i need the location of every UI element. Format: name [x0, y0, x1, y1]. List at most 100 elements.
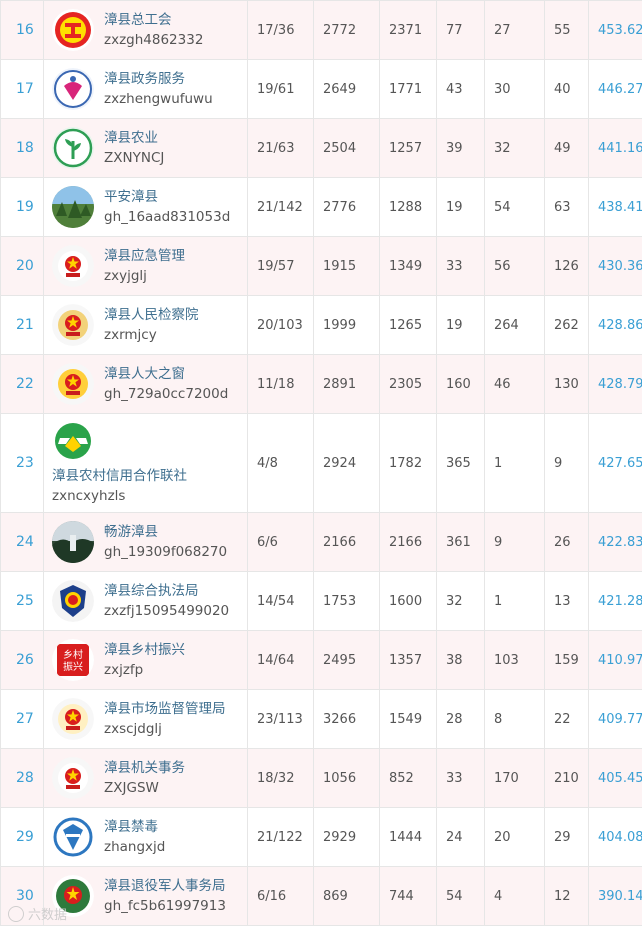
table-row: 29 漳县禁毒 zhangxjd 21/122 2929 1444 24 20 … [0, 807, 642, 867]
metric-3-cell: 40 [544, 59, 589, 119]
svg-text:振兴: 振兴 [63, 660, 83, 673]
total-reads-cell: 2495 [313, 630, 380, 690]
index-score-cell: 446.27 [588, 59, 642, 119]
metric-2-cell: 20 [484, 807, 545, 867]
account-link[interactable]: 漳县人民检察院 zxrmjcy [52, 304, 238, 346]
metric-1-cell: 19 [436, 295, 485, 355]
index-score-cell: 453.62 [588, 0, 642, 60]
account-name[interactable]: 漳县总工会 [104, 10, 203, 30]
account-cell: 漳县总工会 zxzgh4862332 [43, 0, 248, 60]
watermark-text: 六数据 [28, 908, 68, 923]
account-link[interactable]: 乡村 振兴 漳县乡村振兴 zxjzfp [52, 639, 238, 681]
metric-2-cell: 8 [484, 689, 545, 749]
metric-1-cell: 43 [436, 59, 485, 119]
account-name[interactable]: 漳县人大之窗 [104, 364, 228, 384]
index-score-cell: 404.08 [588, 807, 642, 867]
account-id: zxyjglj [104, 268, 147, 284]
metric-2-cell: 103 [484, 630, 545, 690]
scenery-photo-icon [52, 521, 94, 563]
account-link[interactable]: 畅游漳县 gh_19309f068270 [52, 521, 238, 563]
account-link[interactable]: 漳县农业 ZXNYNCJ [52, 127, 238, 169]
max-reads-cell: 1549 [379, 689, 437, 749]
account-link[interactable]: 漳县市场监督管理局 zxscjdglj [52, 698, 238, 740]
account-cell: 乡村 振兴 漳县乡村振兴 zxjzfp [43, 630, 248, 690]
account-cell: 漳县综合执法局 zxzfj15095499020 [43, 571, 248, 631]
total-reads-cell: 1056 [313, 748, 380, 808]
total-reads-cell: 869 [313, 866, 380, 926]
total-reads-cell: 2929 [313, 807, 380, 867]
metric-3-cell: 12 [544, 866, 589, 926]
account-name[interactable]: 漳县禁毒 [104, 817, 165, 837]
account-cell: 平安漳县 gh_16aad831053d [43, 177, 248, 237]
metric-2-cell: 54 [484, 177, 545, 237]
account-link[interactable]: 漳县农村信用合作联社 zxncxyhzls [52, 420, 238, 506]
rural-revitalization-logo-icon: 乡村 振兴 [52, 639, 94, 681]
account-name[interactable]: 漳县市场监督管理局 [104, 699, 226, 719]
index-score-cell: 422.83 [588, 512, 642, 572]
max-reads-cell: 1771 [379, 59, 437, 119]
index-score-cell: 405.45 [588, 748, 642, 808]
account-name[interactable]: 漳县人民检察院 [104, 305, 199, 325]
account-name[interactable]: 漳县农业 [104, 128, 164, 148]
account-cell: 漳县机关事务 ZXJGSW [43, 748, 248, 808]
account-cell: 漳县人大之窗 gh_729a0cc7200d [43, 354, 248, 414]
account-name[interactable]: 平安漳县 [104, 187, 230, 207]
max-reads-cell: 1265 [379, 295, 437, 355]
account-id: ZXNYNCJ [104, 150, 165, 166]
rank-cell: 29 [0, 807, 44, 867]
metric-2-cell: 4 [484, 866, 545, 926]
max-reads-cell: 852 [379, 748, 437, 808]
max-reads-cell: 1600 [379, 571, 437, 631]
metric-1-cell: 32 [436, 571, 485, 631]
metric-3-cell: 55 [544, 0, 589, 60]
rank-cell: 17 [0, 59, 44, 119]
metric-2-cell: 32 [484, 118, 545, 178]
metric-2-cell: 30 [484, 59, 545, 119]
account-link[interactable]: 漳县人大之窗 gh_729a0cc7200d [52, 363, 238, 405]
law-enforcement-badge-icon [52, 580, 94, 622]
account-name[interactable]: 漳县乡村振兴 [104, 640, 185, 660]
total-reads-cell: 2166 [313, 512, 380, 572]
anti-drug-logo-icon [52, 816, 94, 858]
rank-cell: 26 [0, 630, 44, 690]
account-link[interactable]: 漳县总工会 zxzgh4862332 [52, 9, 238, 51]
account-id: zxzfj15095499020 [104, 603, 230, 619]
account-name[interactable]: 漳县农村信用合作联社 [52, 466, 187, 486]
account-id: zhangxjd [104, 839, 166, 855]
publish-ratio-cell: 21/142 [247, 177, 314, 237]
account-name[interactable]: 畅游漳县 [104, 522, 227, 542]
account-link[interactable]: 平安漳县 gh_16aad831053d [52, 186, 238, 228]
credit-union-logo-icon [52, 420, 94, 462]
account-link[interactable]: 漳县禁毒 zhangxjd [52, 816, 238, 858]
account-id: zxscjdglj [104, 721, 162, 737]
metric-3-cell: 130 [544, 354, 589, 414]
max-reads-cell: 1257 [379, 118, 437, 178]
account-link[interactable]: 漳县综合执法局 zxzfj15095499020 [52, 580, 238, 622]
publish-ratio-cell: 6/6 [247, 512, 314, 572]
index-score-cell: 438.41 [588, 177, 642, 237]
account-link[interactable]: 漳县机关事务 ZXJGSW [52, 757, 238, 799]
max-reads-cell: 1782 [379, 413, 437, 513]
metric-2-cell: 170 [484, 748, 545, 808]
metric-1-cell: 365 [436, 413, 485, 513]
account-name[interactable]: 漳县退役军人事务局 [104, 876, 226, 896]
account-name[interactable]: 漳县综合执法局 [104, 581, 229, 601]
rank-cell: 28 [0, 748, 44, 808]
max-reads-cell: 2166 [379, 512, 437, 572]
account-link[interactable]: 漳县退役军人事务局 gh_fc5b61997913 [52, 875, 238, 917]
account-name[interactable]: 漳县机关事务 [104, 758, 185, 778]
account-link[interactable]: 漳县政务服务 zxzhengwufuwu [52, 68, 238, 110]
total-reads-cell: 1915 [313, 236, 380, 296]
rank-cell: 21 [0, 295, 44, 355]
government-affairs-emblem-icon [52, 757, 94, 799]
ranking-table: 16 漳县总工会 zxzgh4862332 17/36 2772 2371 77… [0, 0, 642, 926]
account-link[interactable]: 漳县应急管理 zxyjglj [52, 245, 238, 287]
account-name[interactable]: 漳县应急管理 [104, 246, 185, 266]
metric-3-cell: 29 [544, 807, 589, 867]
account-name[interactable]: 漳县政务服务 [104, 69, 213, 89]
account-id: gh_19309f068270 [104, 544, 228, 560]
total-reads-cell: 2649 [313, 59, 380, 119]
index-score-cell: 390.14 [588, 866, 642, 926]
metric-1-cell: 160 [436, 354, 485, 414]
metric-3-cell: 26 [544, 512, 589, 572]
